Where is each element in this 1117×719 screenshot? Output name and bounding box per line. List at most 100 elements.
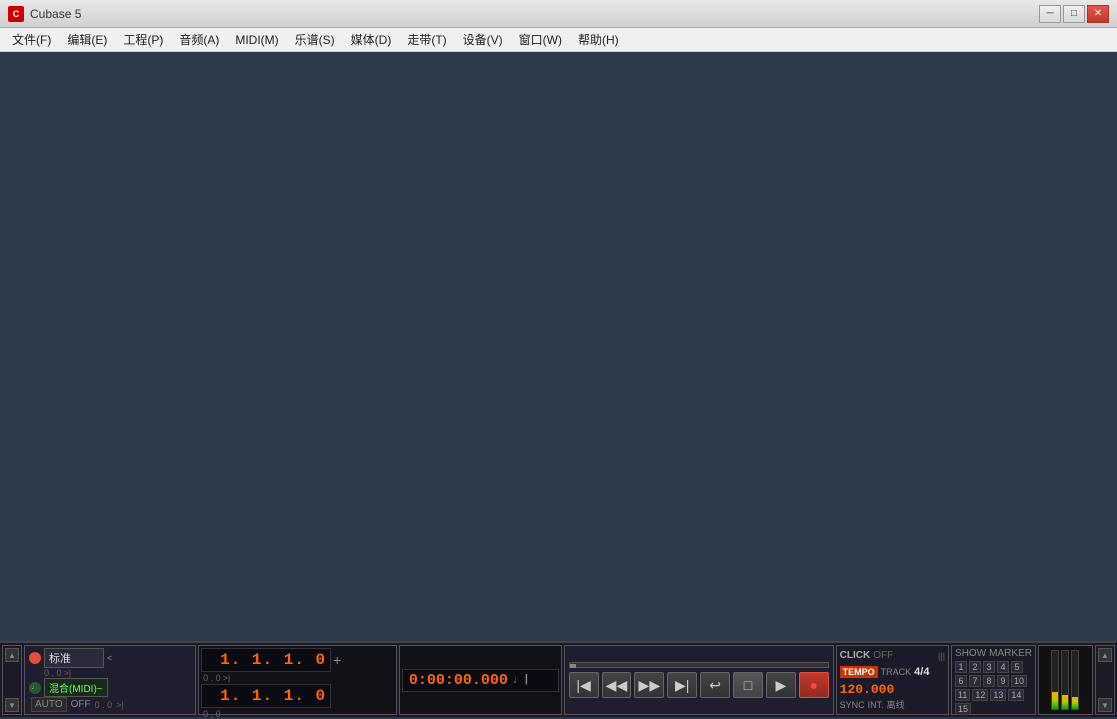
position-indicator <box>570 664 576 668</box>
click-state[interactable]: OFF <box>873 650 893 661</box>
tempo-value-row: 120.000 <box>840 681 945 697</box>
scroll-right-panel: ▲ ▼ <box>1095 645 1115 715</box>
menu-item-0[interactable]: 文件(F) <box>4 30 59 50</box>
track-info-panel: 标准 < 0 . 0 >| ♩ 混合(MIDI)~ AUTO OFF 0 . 0… <box>24 645 196 715</box>
auto-label: AUTO <box>31 697 67 712</box>
marker-num-6[interactable]: 6 <box>955 675 967 687</box>
transport-btns-row: |◀ ◀◀ ▶▶ ▶| ↩ □ ▶ ● <box>569 672 829 698</box>
scroll-up-arrow[interactable]: ▲ <box>5 648 19 662</box>
click-label: CLICK <box>840 650 871 661</box>
menu-item-7[interactable]: 走带(T) <box>399 30 454 50</box>
pos-digits-main[interactable]: 1. 1. 1. 0 <box>201 648 331 672</box>
pos-sub3: 0 . 0 <box>203 709 221 719</box>
pos-small-2: 0 . 0 <box>201 709 394 719</box>
track2-sub-arrow: >| <box>116 700 124 710</box>
show-label: SHOW <box>955 648 986 659</box>
menu-item-9[interactable]: 窗口(W) <box>511 30 570 50</box>
scroll-right-up-arrow[interactable]: ▲ <box>1098 648 1112 662</box>
track-row-2: ♩ 混合(MIDI)~ <box>29 678 191 697</box>
app-title: Cubase 5 <box>30 7 1039 21</box>
scroll-down-arrow[interactable]: ▼ <box>5 698 19 712</box>
position-slider[interactable] <box>569 662 829 668</box>
menu-item-10[interactable]: 帮助(H) <box>570 30 627 50</box>
pos-display-row1: 1. 1. 1. 0 + <box>201 648 394 672</box>
tempo-row: TEMPO TRACK 4/4 <box>840 665 945 681</box>
int-label: INT. <box>868 700 884 710</box>
vu-fill-3 <box>1072 697 1078 709</box>
pos-small-1: 0 . 0 >| <box>201 673 394 683</box>
window-controls: ─ □ ✕ <box>1039 5 1109 23</box>
time-display[interactable]: 0:00:00.000 ♩ | <box>402 669 559 692</box>
vu-meter-right <box>1061 650 1069 710</box>
track1-sub-val: 0 . 0 <box>44 668 62 678</box>
tempo-value[interactable]: 120.000 <box>840 682 895 697</box>
track1-sub-arrow: >| <box>64 668 72 678</box>
menu-item-5[interactable]: 乐谱(S) <box>287 30 343 50</box>
vu-meter-3 <box>1071 650 1079 710</box>
minimize-button[interactable]: ─ <box>1039 5 1061 23</box>
menu-item-8[interactable]: 设备(V) <box>455 30 511 50</box>
marker-label: MARKER <box>989 648 1032 659</box>
time-panel: 0:00:00.000 ♩ | <box>399 645 562 715</box>
record-button[interactable]: ● <box>799 672 829 698</box>
main-work-area <box>0 52 1117 641</box>
app-icon: C <box>8 6 24 22</box>
play-button[interactable]: ▶ <box>766 672 796 698</box>
marker-num-9[interactable]: 9 <box>997 675 1009 687</box>
close-button[interactable]: ✕ <box>1087 5 1109 23</box>
track1-sub: < <box>107 653 112 663</box>
marker-num-10[interactable]: 10 <box>1011 675 1027 687</box>
transport-bar: ▲ ▼ 标准 < 0 . 0 >| ♩ 混合(MIDI)~ AUTO OFF 0… <box>0 641 1117 717</box>
position-panel-1: 1. 1. 1. 0 + 0 . 0 >| 1. 1. 1. 0 0 . 0 <box>198 645 397 715</box>
scroll-left-panel: ▲ ▼ <box>2 645 22 715</box>
marker-num-13[interactable]: 13 <box>990 689 1006 701</box>
show-marker-panel: SHOW MARKER 123456789101112131415 <box>951 645 1036 715</box>
marker-num-5[interactable]: 5 <box>1011 661 1023 673</box>
marker-num-3[interactable]: 3 <box>983 661 995 673</box>
pos-digits-2[interactable]: 1. 1. 1. 0 <box>201 684 331 708</box>
marker-num-14[interactable]: 14 <box>1008 689 1024 701</box>
track1-label[interactable]: 标准 <box>44 648 104 668</box>
show-row: SHOW MARKER <box>955 648 1032 659</box>
marker-num-4[interactable]: 4 <box>997 661 1009 673</box>
cycle-button[interactable]: ↩ <box>700 672 730 698</box>
marker-num-11[interactable]: 11 <box>955 689 970 701</box>
vu-fill-right <box>1062 695 1068 710</box>
click-meter-icon: ||| <box>938 651 945 661</box>
rewind-button[interactable]: ◀◀ <box>602 672 632 698</box>
vu-fill-left <box>1052 692 1058 709</box>
maximize-button[interactable]: □ <box>1063 5 1085 23</box>
menu-item-4[interactable]: MIDI(M) <box>227 30 286 50</box>
menu-item-3[interactable]: 音频(A) <box>171 30 227 50</box>
stop-button[interactable]: □ <box>733 672 763 698</box>
menu-item-1[interactable]: 编辑(E) <box>59 30 115 50</box>
marker-num-8[interactable]: 8 <box>983 675 995 687</box>
menu-item-6[interactable]: 媒体(D) <box>343 30 400 50</box>
marker-num-15[interactable]: 15 <box>955 703 971 715</box>
marker-num-12[interactable]: 12 <box>972 689 988 701</box>
marker-num-1[interactable]: 1 <box>955 661 967 673</box>
vu-meters-panel <box>1038 645 1093 715</box>
vu-meter-left <box>1051 650 1059 710</box>
pos-display-row2: 1. 1. 1. 0 <box>201 684 394 708</box>
off-label: OFF <box>71 699 91 710</box>
marker-num-7[interactable]: 7 <box>969 675 981 687</box>
pos-sub1: 0 . 0 <box>203 673 221 683</box>
track2-label[interactable]: 混合(MIDI)~ <box>44 678 108 697</box>
title-bar: C Cubase 5 ─ □ ✕ <box>0 0 1117 28</box>
sync-row: SYNC INT. 离线 <box>840 698 945 712</box>
goto-end-button[interactable]: ▶| <box>667 672 697 698</box>
menu-item-2[interactable]: 工程(P) <box>115 30 171 50</box>
time-note-icon: ♩ <box>512 673 519 687</box>
goto-start-button[interactable]: |◀ <box>569 672 599 698</box>
tempo-label: TEMPO <box>840 666 878 678</box>
fast-forward-button[interactable]: ▶▶ <box>634 672 664 698</box>
time-sig[interactable]: 4/4 <box>914 666 929 678</box>
scroll-right-down-arrow[interactable]: ▼ <box>1098 698 1112 712</box>
marker-num-2[interactable]: 2 <box>969 661 981 673</box>
time-value: 0:00:00.000 <box>409 672 508 689</box>
track2-sub: 0 . 0 <box>95 700 113 710</box>
pos-plus-btn[interactable]: + <box>333 652 341 668</box>
click-row: CLICK OFF ||| <box>840 648 945 664</box>
sync-label: SYNC <box>840 700 865 710</box>
